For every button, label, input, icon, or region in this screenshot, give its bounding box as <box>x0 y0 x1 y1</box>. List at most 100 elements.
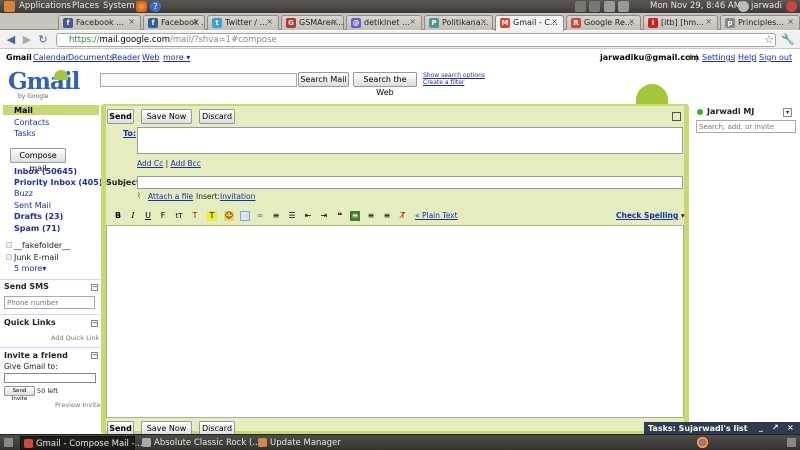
folder-drafts[interactable]: Drafts (23) <box>14 212 63 221</box>
popout-icon[interactable]: ↗ <box>772 423 779 432</box>
collapse-icon[interactable]: − <box>91 284 98 291</box>
power-icon[interactable] <box>786 1 797 12</box>
username[interactable]: jarwadi <box>751 1 782 11</box>
labels-more[interactable]: 5 more▾ <box>14 264 46 273</box>
tab-7[interactable]: R Google Re... × <box>566 15 641 30</box>
gmail-logo[interactable]: Gmail <box>8 68 80 95</box>
attach-file-link[interactable]: Attach a file <box>148 192 193 201</box>
indent-less-icon[interactable]: ⇤ <box>303 211 313 221</box>
folder-spam[interactable]: Spam (71) <box>14 224 60 233</box>
invitation-link[interactable]: Invitation <box>220 192 255 201</box>
folder-inbox[interactable]: Inbox (50645) <box>14 167 77 176</box>
back-icon[interactable]: ◀ <box>4 33 18 47</box>
to-label[interactable]: To: <box>123 129 136 138</box>
link-web[interactable]: Web <box>142 53 159 62</box>
show-search-options-link[interactable]: Show search options <box>423 72 485 79</box>
align-center-icon[interactable]: ≡ <box>366 211 376 221</box>
close-tab-icon[interactable]: × <box>551 17 558 26</box>
search-mail-button[interactable]: Search Mail <box>298 72 349 87</box>
address-bar[interactable]: https://mail.google.com/mail/?shva=1#com… <box>56 33 776 47</box>
compose-mail-button[interactable]: Compose mail <box>10 148 66 173</box>
show-desktop-icon[interactable] <box>4 438 13 447</box>
tab-3[interactable]: G GSMAren... × <box>281 15 344 30</box>
link-sign-out[interactable]: Sign out <box>759 53 792 62</box>
tab-9[interactable]: p Principles... × <box>720 15 800 30</box>
task-gmail-compose[interactable]: Gmail - Compose Mail -... <box>20 436 143 450</box>
close-tab-icon[interactable]: × <box>409 17 416 26</box>
discard-button-top[interactable]: Discard <box>199 109 235 124</box>
mail-indicator-icon[interactable] <box>589 1 600 12</box>
link-calendar[interactable]: Calendar <box>33 53 69 62</box>
close-icon[interactable]: × <box>787 423 794 432</box>
emoticon-icon[interactable]: ☺ <box>224 211 234 221</box>
check-spelling-label[interactable]: Check Spelling <box>616 211 678 220</box>
close-tab-icon[interactable]: × <box>128 17 135 26</box>
task-absolute-classic-rock[interactable]: Absolute Classic Rock (... <box>139 436 260 450</box>
phone-number-input[interactable] <box>4 296 95 309</box>
online-status-icon[interactable] <box>697 109 703 115</box>
remove-formatting-icon[interactable]: T̸ <box>398 211 408 221</box>
battery-icon[interactable] <box>604 1 615 12</box>
underline-icon[interactable]: U <box>143 211 153 221</box>
numbered-list-icon[interactable]: ≡ <box>271 211 281 221</box>
forward-icon[interactable]: ▶ <box>20 33 34 47</box>
folder-buzz[interactable]: Buzz <box>14 189 33 198</box>
link-gmail[interactable]: Gmail <box>6 53 32 62</box>
search-web-button[interactable]: Search the Web <box>353 72 417 97</box>
bookmark-star-icon[interactable]: ☆ <box>762 33 776 47</box>
align-right-icon[interactable]: ≡ <box>382 211 392 221</box>
collapse-icon[interactable]: − <box>91 352 98 359</box>
image-icon[interactable] <box>240 211 250 221</box>
menu-system[interactable]: System <box>103 1 135 11</box>
tab-1[interactable]: f Facebook ... × <box>143 15 205 30</box>
close-tab-icon[interactable]: × <box>705 17 712 26</box>
close-tab-icon[interactable]: × <box>266 17 273 26</box>
network-icon[interactable] <box>575 1 586 12</box>
ubuntu-logo-icon[interactable] <box>4 1 15 12</box>
volume-icon[interactable] <box>618 1 629 12</box>
trash-icon[interactable] <box>787 438 796 447</box>
menu-applications[interactable]: Applications <box>19 1 71 11</box>
add-cc-link[interactable]: Add Cc <box>137 159 163 168</box>
bold-icon[interactable]: B <box>113 211 123 221</box>
chat-options-icon[interactable]: ▾ <box>783 108 792 117</box>
tab-2[interactable]: t Twitter / ... × <box>207 15 279 30</box>
indent-more-icon[interactable]: ⇥ <box>319 211 329 221</box>
bulleted-list-icon[interactable]: ☰ <box>287 211 297 221</box>
folder-priority[interactable]: Priority Inbox (405) <box>14 178 102 187</box>
link-more[interactable]: more ▾ <box>163 53 190 62</box>
plain-text-link[interactable]: « Plain Text <box>415 211 458 220</box>
font-size-icon[interactable]: tT <box>174 211 184 221</box>
chrome-tray-icon[interactable] <box>697 437 708 448</box>
nav-contacts[interactable]: Contacts <box>14 118 49 127</box>
highlight-icon[interactable]: T <box>207 211 217 221</box>
search-input[interactable] <box>100 73 297 87</box>
tab-6[interactable]: M Gmail - C... × <box>495 15 564 31</box>
wrench-menu-icon[interactable]: 🔧 <box>781 33 795 47</box>
close-tab-icon[interactable]: × <box>628 17 635 26</box>
nav-tasks[interactable]: Tasks <box>14 129 35 138</box>
align-left-icon[interactable]: ≡ <box>350 211 360 221</box>
quote-icon[interactable]: ❝ <box>335 211 345 221</box>
tab-5[interactable]: P Politikana... × <box>424 15 493 30</box>
save-now-button-top[interactable]: Save Now <box>141 109 192 124</box>
font-icon[interactable]: F <box>158 211 168 221</box>
help-icon[interactable]: ? <box>150 1 161 12</box>
text-color-icon[interactable]: T <box>190 211 200 221</box>
link-icon[interactable]: ∞ <box>255 211 265 221</box>
preview-invite-link[interactable]: Preview Invite <box>55 401 101 409</box>
invite-email-input[interactable] <box>4 373 96 383</box>
tab-4[interactable]: @ detikInet ... × <box>346 15 422 30</box>
minimize-icon[interactable]: _ <box>759 423 763 432</box>
label-junk-email[interactable]: Junk E-mail <box>14 253 59 262</box>
close-tab-icon[interactable]: × <box>787 17 794 26</box>
create-filter-link[interactable]: Create a filter <box>423 79 464 86</box>
to-field[interactable] <box>137 127 683 154</box>
close-tab-icon[interactable]: × <box>331 17 338 26</box>
task-update-manager[interactable]: Update Manager <box>255 436 367 450</box>
link-documents[interactable]: Documents <box>68 53 114 62</box>
close-tab-icon[interactable]: × <box>480 17 487 26</box>
subject-field[interactable] <box>137 176 683 189</box>
tab-0[interactable]: f Facebook ... × <box>58 15 141 30</box>
chat-user-name[interactable]: Jarwadi MJ <box>707 107 754 116</box>
